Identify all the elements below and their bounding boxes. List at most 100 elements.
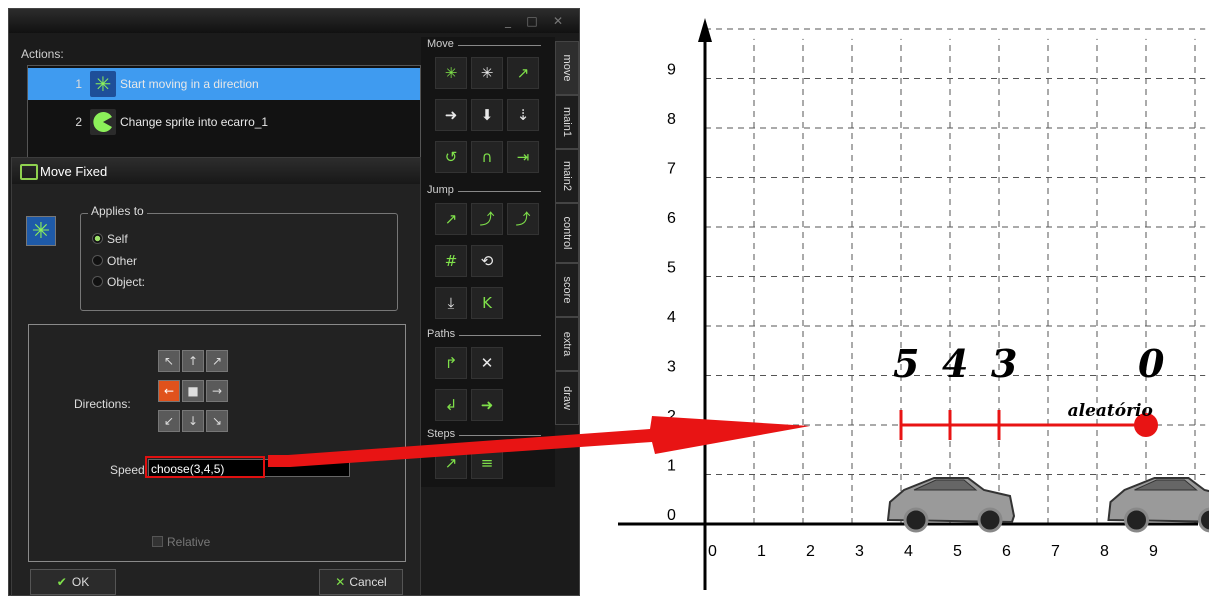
y-tick-label: 3: [667, 359, 676, 376]
y-tick-label: 5: [667, 260, 676, 277]
action-text: Start moving in a direction: [120, 77, 259, 91]
segment-value-label: 3: [991, 341, 1017, 386]
car-wheel: [977, 507, 1003, 533]
segment-value-label: 0: [1138, 341, 1165, 386]
change-sprite-icon: [90, 109, 116, 135]
tab-score[interactable]: score: [555, 263, 579, 317]
checkmark-icon: ✔: [56, 575, 67, 589]
reverse-horizontal-icon[interactable]: ↺: [435, 141, 467, 173]
applies-to-label: Applies to: [88, 204, 147, 218]
move-fixed-icon[interactable]: ✳: [435, 57, 467, 89]
direction-left-button[interactable]: ←: [158, 380, 180, 402]
move-fixed-dialog: Move Fixed ✳ Applies to Self Other Objec…: [11, 157, 421, 596]
action-number: 2: [75, 115, 82, 129]
y-axis-arrowhead: [698, 18, 712, 42]
tab-draw[interactable]: draw: [555, 371, 579, 425]
radio-label: Object:: [107, 275, 146, 289]
coordinate-graph: 0123456789 0123456789 5430 aleatório: [618, 18, 1209, 590]
directions-label: Directions:: [74, 397, 131, 411]
cancel-label: Cancel: [349, 575, 387, 589]
x-tick-label: 9: [1149, 543, 1158, 560]
direction-down-left-button[interactable]: ↙: [158, 410, 180, 432]
x-tick-label: 8: [1100, 543, 1109, 560]
move-towards-icon[interactable]: ↗: [507, 57, 539, 89]
path-position-icon[interactable]: ↲: [435, 389, 467, 421]
set-gravity-icon[interactable]: ⇣: [507, 99, 539, 131]
align-to-grid-icon[interactable]: #: [435, 245, 467, 277]
x-tick-label: 4: [904, 543, 913, 560]
dialog-titlebar: Move Fixed: [12, 158, 420, 184]
speed-vertical-icon[interactable]: ⬇: [471, 99, 503, 131]
section-jump-label: Jump: [427, 184, 458, 196]
radio-dot-checked: [92, 233, 103, 244]
tab-label: draw: [561, 386, 573, 410]
tab-control[interactable]: control: [555, 203, 579, 263]
annotation-label: aleatório: [1068, 401, 1153, 421]
speed-horizontal-icon[interactable]: ➜: [435, 99, 467, 131]
direction-right-button[interactable]: →: [206, 380, 228, 402]
close-button[interactable]: ✕: [547, 14, 569, 28]
tab-label: main2: [561, 161, 573, 191]
tab-move[interactable]: move: [555, 41, 579, 95]
minimize-button[interactable]: _: [497, 14, 519, 28]
direction-stop-button[interactable]: ■: [182, 380, 204, 402]
tab-main1[interactable]: main1: [555, 95, 579, 149]
set-path-icon[interactable]: ↱: [435, 347, 467, 379]
ok-label: OK: [71, 575, 90, 589]
set-friction-icon[interactable]: ⇥: [507, 141, 539, 173]
y-tick-label: 0: [667, 507, 676, 524]
jump-to-position-icon[interactable]: ↗: [435, 203, 467, 235]
end-path-icon[interactable]: ✕: [471, 347, 503, 379]
maximize-button[interactable]: □: [521, 14, 543, 28]
window-titlebar: _ □ ✕: [9, 9, 579, 33]
action-row-1[interactable]: 1 ✳ Start moving in a direction: [28, 68, 420, 100]
relative-checkbox[interactable]: Relative: [152, 535, 210, 549]
step-avoiding-icon[interactable]: ≡: [471, 447, 503, 479]
jump-to-start-icon[interactable]: ⤴: [471, 203, 503, 235]
actions-list: 1 ✳ Start moving in a direction 2 Change…: [27, 65, 421, 159]
y-tick-label: 1: [667, 458, 676, 475]
radio-label: Other: [107, 254, 138, 268]
ok-button[interactable]: ✔ OK: [30, 569, 116, 595]
radio-self[interactable]: Self: [92, 232, 128, 246]
radio-other[interactable]: Other: [92, 254, 137, 268]
wrap-screen-icon[interactable]: ⟲: [471, 245, 503, 277]
direction-up-button[interactable]: ↑: [182, 350, 204, 372]
car-wheel: [1124, 507, 1149, 533]
dialog-title: Move Fixed: [40, 164, 108, 179]
bounce-icon[interactable]: K: [471, 287, 503, 319]
action-text: Change sprite into ecarro_1: [120, 115, 269, 129]
gamemaker-window: _ □ ✕ Actions: 1 ✳ Start moving in a dir…: [8, 8, 580, 596]
reverse-vertical-icon[interactable]: ∩: [471, 141, 503, 173]
x-tick-label: 0: [708, 543, 717, 560]
direction-down-right-button[interactable]: ↘: [206, 410, 228, 432]
tab-extra[interactable]: extra: [555, 317, 579, 371]
palette-tabs: move main1 main2 control score extra dra…: [555, 37, 579, 467]
segment-value-label: 4: [942, 341, 968, 386]
tab-label: control: [561, 216, 573, 250]
checkbox-box: [152, 536, 163, 547]
radio-dot: [92, 276, 103, 287]
direction-up-right-button[interactable]: ↗: [206, 350, 228, 372]
action-row-2[interactable]: 2 Change sprite into ecarro_1: [28, 106, 420, 138]
cancel-button[interactable]: ✕ Cancel: [319, 569, 403, 595]
section-paths-label: Paths: [427, 328, 460, 340]
step-towards-icon[interactable]: ↗: [435, 447, 467, 479]
direction-down-button[interactable]: ↓: [182, 410, 204, 432]
tab-main2[interactable]: main2: [555, 149, 579, 203]
x-tick-label: 7: [1051, 543, 1060, 560]
relative-label: Relative: [167, 535, 211, 549]
speed-label: Speed:: [110, 463, 149, 477]
y-tick-label: 7: [667, 161, 676, 178]
path-speed-icon[interactable]: ➜: [471, 389, 503, 421]
radio-object[interactable]: Object:: [92, 275, 145, 289]
tab-label: score: [561, 276, 573, 304]
jump-to-random-icon[interactable]: ⤴: [507, 203, 539, 235]
y-tick-label: 6: [667, 210, 676, 227]
x-tick-labels: 0 1 2 3 4 5 6 7 8 9: [708, 543, 1158, 560]
direction-up-left-button[interactable]: ↖: [158, 350, 180, 372]
x-tick-label: 2: [806, 543, 815, 560]
y-tick-label: 9: [667, 62, 676, 79]
move-free-icon[interactable]: ✳: [471, 57, 503, 89]
move-to-contact-icon[interactable]: ⤓: [435, 287, 467, 319]
